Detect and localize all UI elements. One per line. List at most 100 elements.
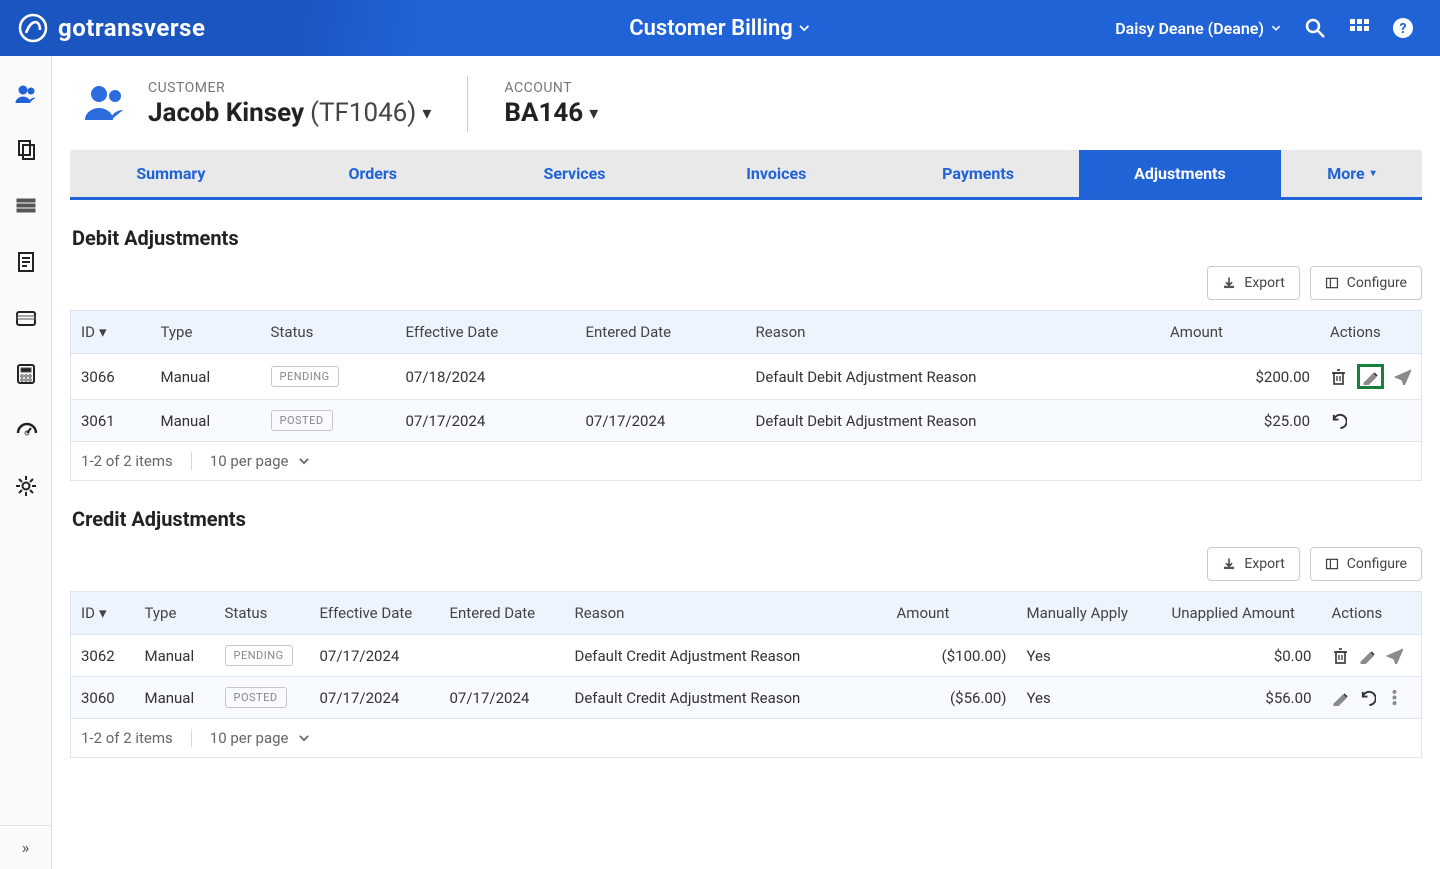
cell-actions	[1322, 677, 1422, 719]
brand-name: gotransverse	[58, 14, 205, 42]
status-badge: POSTED	[271, 410, 333, 431]
configure-button[interactable]: Configure	[1310, 266, 1422, 300]
table-row: 3062 Manual PENDING 07/17/2024 Default C…	[71, 635, 1422, 677]
debit-title: Debit Adjustments	[70, 226, 1422, 250]
col-status[interactable]: Status	[261, 311, 396, 354]
sort-desc-icon: ▾	[99, 323, 107, 341]
status-badge: PENDING	[225, 645, 293, 666]
topbar-right: Daisy Deane (Deane)	[1115, 17, 1440, 39]
post-icon[interactable]	[1386, 647, 1403, 664]
export-button[interactable]: Export	[1207, 547, 1299, 581]
brand[interactable]: gotransverse	[0, 0, 500, 56]
tab-payments[interactable]: Payments	[877, 150, 1079, 197]
col-effective[interactable]: Effective Date	[396, 311, 576, 354]
sidebar-item-products[interactable]	[0, 178, 51, 234]
left-sidebar: »	[0, 56, 52, 869]
credit-title: Credit Adjustments	[70, 507, 1422, 531]
col-amount[interactable]: Amount	[887, 592, 1017, 635]
cell-manually: Yes	[1017, 677, 1162, 719]
more-actions-icon[interactable]	[1386, 689, 1403, 706]
caret-down-icon	[1270, 22, 1282, 34]
cell-reason: Default Credit Adjustment Reason	[565, 635, 887, 677]
cell-amount: $200.00	[1160, 354, 1320, 400]
edit-icon[interactable]	[1332, 689, 1349, 706]
cell-actions	[1322, 635, 1422, 677]
debit-adjustments-section: Debit Adjustments Export Configure ID▾ T…	[52, 200, 1440, 481]
sidebar-collapse-toggle[interactable]: »	[0, 825, 51, 869]
cell-type: Manual	[151, 400, 261, 442]
tab-invoices[interactable]: Invoices	[675, 150, 877, 197]
col-entered[interactable]: Entered Date	[576, 311, 746, 354]
sidebar-item-customers[interactable]	[0, 66, 51, 122]
col-amount[interactable]: Amount	[1160, 311, 1320, 354]
tab-more-label: More	[1327, 164, 1364, 183]
cell-id: 3061	[71, 400, 151, 442]
cell-effective: 07/18/2024	[396, 354, 576, 400]
sort-desc-icon: ▾	[99, 604, 107, 622]
customer-selector[interactable]: Jacob Kinsey (TF1046) ▾	[148, 98, 431, 128]
tab-orders[interactable]: Orders	[272, 150, 474, 197]
col-effective[interactable]: Effective Date	[310, 592, 440, 635]
cell-entered	[440, 635, 565, 677]
col-manually-apply[interactable]: Manually Apply	[1017, 592, 1162, 635]
pager-per-page[interactable]: 10 per page	[210, 729, 311, 747]
user-menu[interactable]: Daisy Deane (Deane)	[1115, 19, 1282, 38]
tab-services[interactable]: Services	[474, 150, 676, 197]
edit-icon[interactable]	[1359, 647, 1376, 664]
col-unapplied[interactable]: Unapplied Amount	[1162, 592, 1322, 635]
edit-icon[interactable]	[1362, 368, 1379, 385]
sidebar-item-payments[interactable]	[0, 290, 51, 346]
delete-icon[interactable]	[1330, 368, 1347, 385]
account-selector[interactable]: BA146 ▾	[504, 98, 598, 128]
sidebar-item-documents[interactable]	[0, 234, 51, 290]
col-type[interactable]: Type	[151, 311, 261, 354]
chevron-down-icon	[297, 454, 311, 468]
download-icon	[1222, 276, 1236, 290]
tab-more[interactable]: More ▾	[1281, 150, 1422, 197]
cell-unapplied: $56.00	[1162, 677, 1322, 719]
sidebar-item-settings[interactable]	[0, 458, 51, 514]
col-status[interactable]: Status	[215, 592, 310, 635]
pager-per-page[interactable]: 10 per page	[210, 452, 311, 470]
col-reason[interactable]: Reason	[746, 311, 1161, 354]
caret-down-icon: ▾	[1371, 168, 1376, 179]
caret-down-icon: ▾	[422, 103, 431, 124]
download-icon	[1222, 557, 1236, 571]
configure-button[interactable]: Configure	[1310, 547, 1422, 581]
status-badge: PENDING	[271, 366, 339, 387]
cell-type: Manual	[135, 635, 215, 677]
cell-reason: Default Debit Adjustment Reason	[746, 400, 1161, 442]
reverse-icon[interactable]	[1330, 412, 1347, 429]
export-button[interactable]: Export	[1207, 266, 1299, 300]
post-icon[interactable]	[1394, 368, 1411, 385]
help-icon[interactable]	[1392, 17, 1414, 39]
col-id[interactable]: ID▾	[71, 311, 151, 354]
col-reason[interactable]: Reason	[565, 592, 887, 635]
reverse-icon[interactable]	[1359, 689, 1376, 706]
page-header: CUSTOMER Jacob Kinsey (TF1046) ▾ ACCOUNT…	[52, 56, 1440, 150]
col-id[interactable]: ID▾	[71, 592, 135, 635]
table-row: 3060 Manual POSTED 07/17/2024 07/17/2024…	[71, 677, 1422, 719]
brand-logo-icon	[18, 13, 48, 43]
cell-reason: Default Credit Adjustment Reason	[565, 677, 887, 719]
cell-manually: Yes	[1017, 635, 1162, 677]
search-icon[interactable]	[1304, 17, 1326, 39]
col-type[interactable]: Type	[135, 592, 215, 635]
sidebar-item-orders[interactable]	[0, 122, 51, 178]
section-dropdown[interactable]: Customer Billing	[629, 16, 811, 41]
sidebar-item-dashboard[interactable]	[0, 402, 51, 458]
account-value: BA146	[504, 98, 583, 128]
credit-adjustments-section: Credit Adjustments Export Configure ID▾ …	[52, 481, 1440, 758]
tab-adjustments[interactable]: Adjustments	[1079, 150, 1281, 197]
delete-icon[interactable]	[1332, 647, 1349, 664]
pager-count: 1-2 of 2 items	[81, 729, 173, 747]
cell-amount: $25.00	[1160, 400, 1320, 442]
caret-down-icon: ▾	[589, 103, 598, 124]
cell-effective: 07/17/2024	[310, 635, 440, 677]
col-entered[interactable]: Entered Date	[440, 592, 565, 635]
cell-status: POSTED	[215, 677, 310, 719]
sidebar-item-calculator[interactable]	[0, 346, 51, 402]
cell-id: 3062	[71, 635, 135, 677]
tab-summary[interactable]: Summary	[70, 150, 272, 197]
apps-grid-icon[interactable]	[1348, 17, 1370, 39]
